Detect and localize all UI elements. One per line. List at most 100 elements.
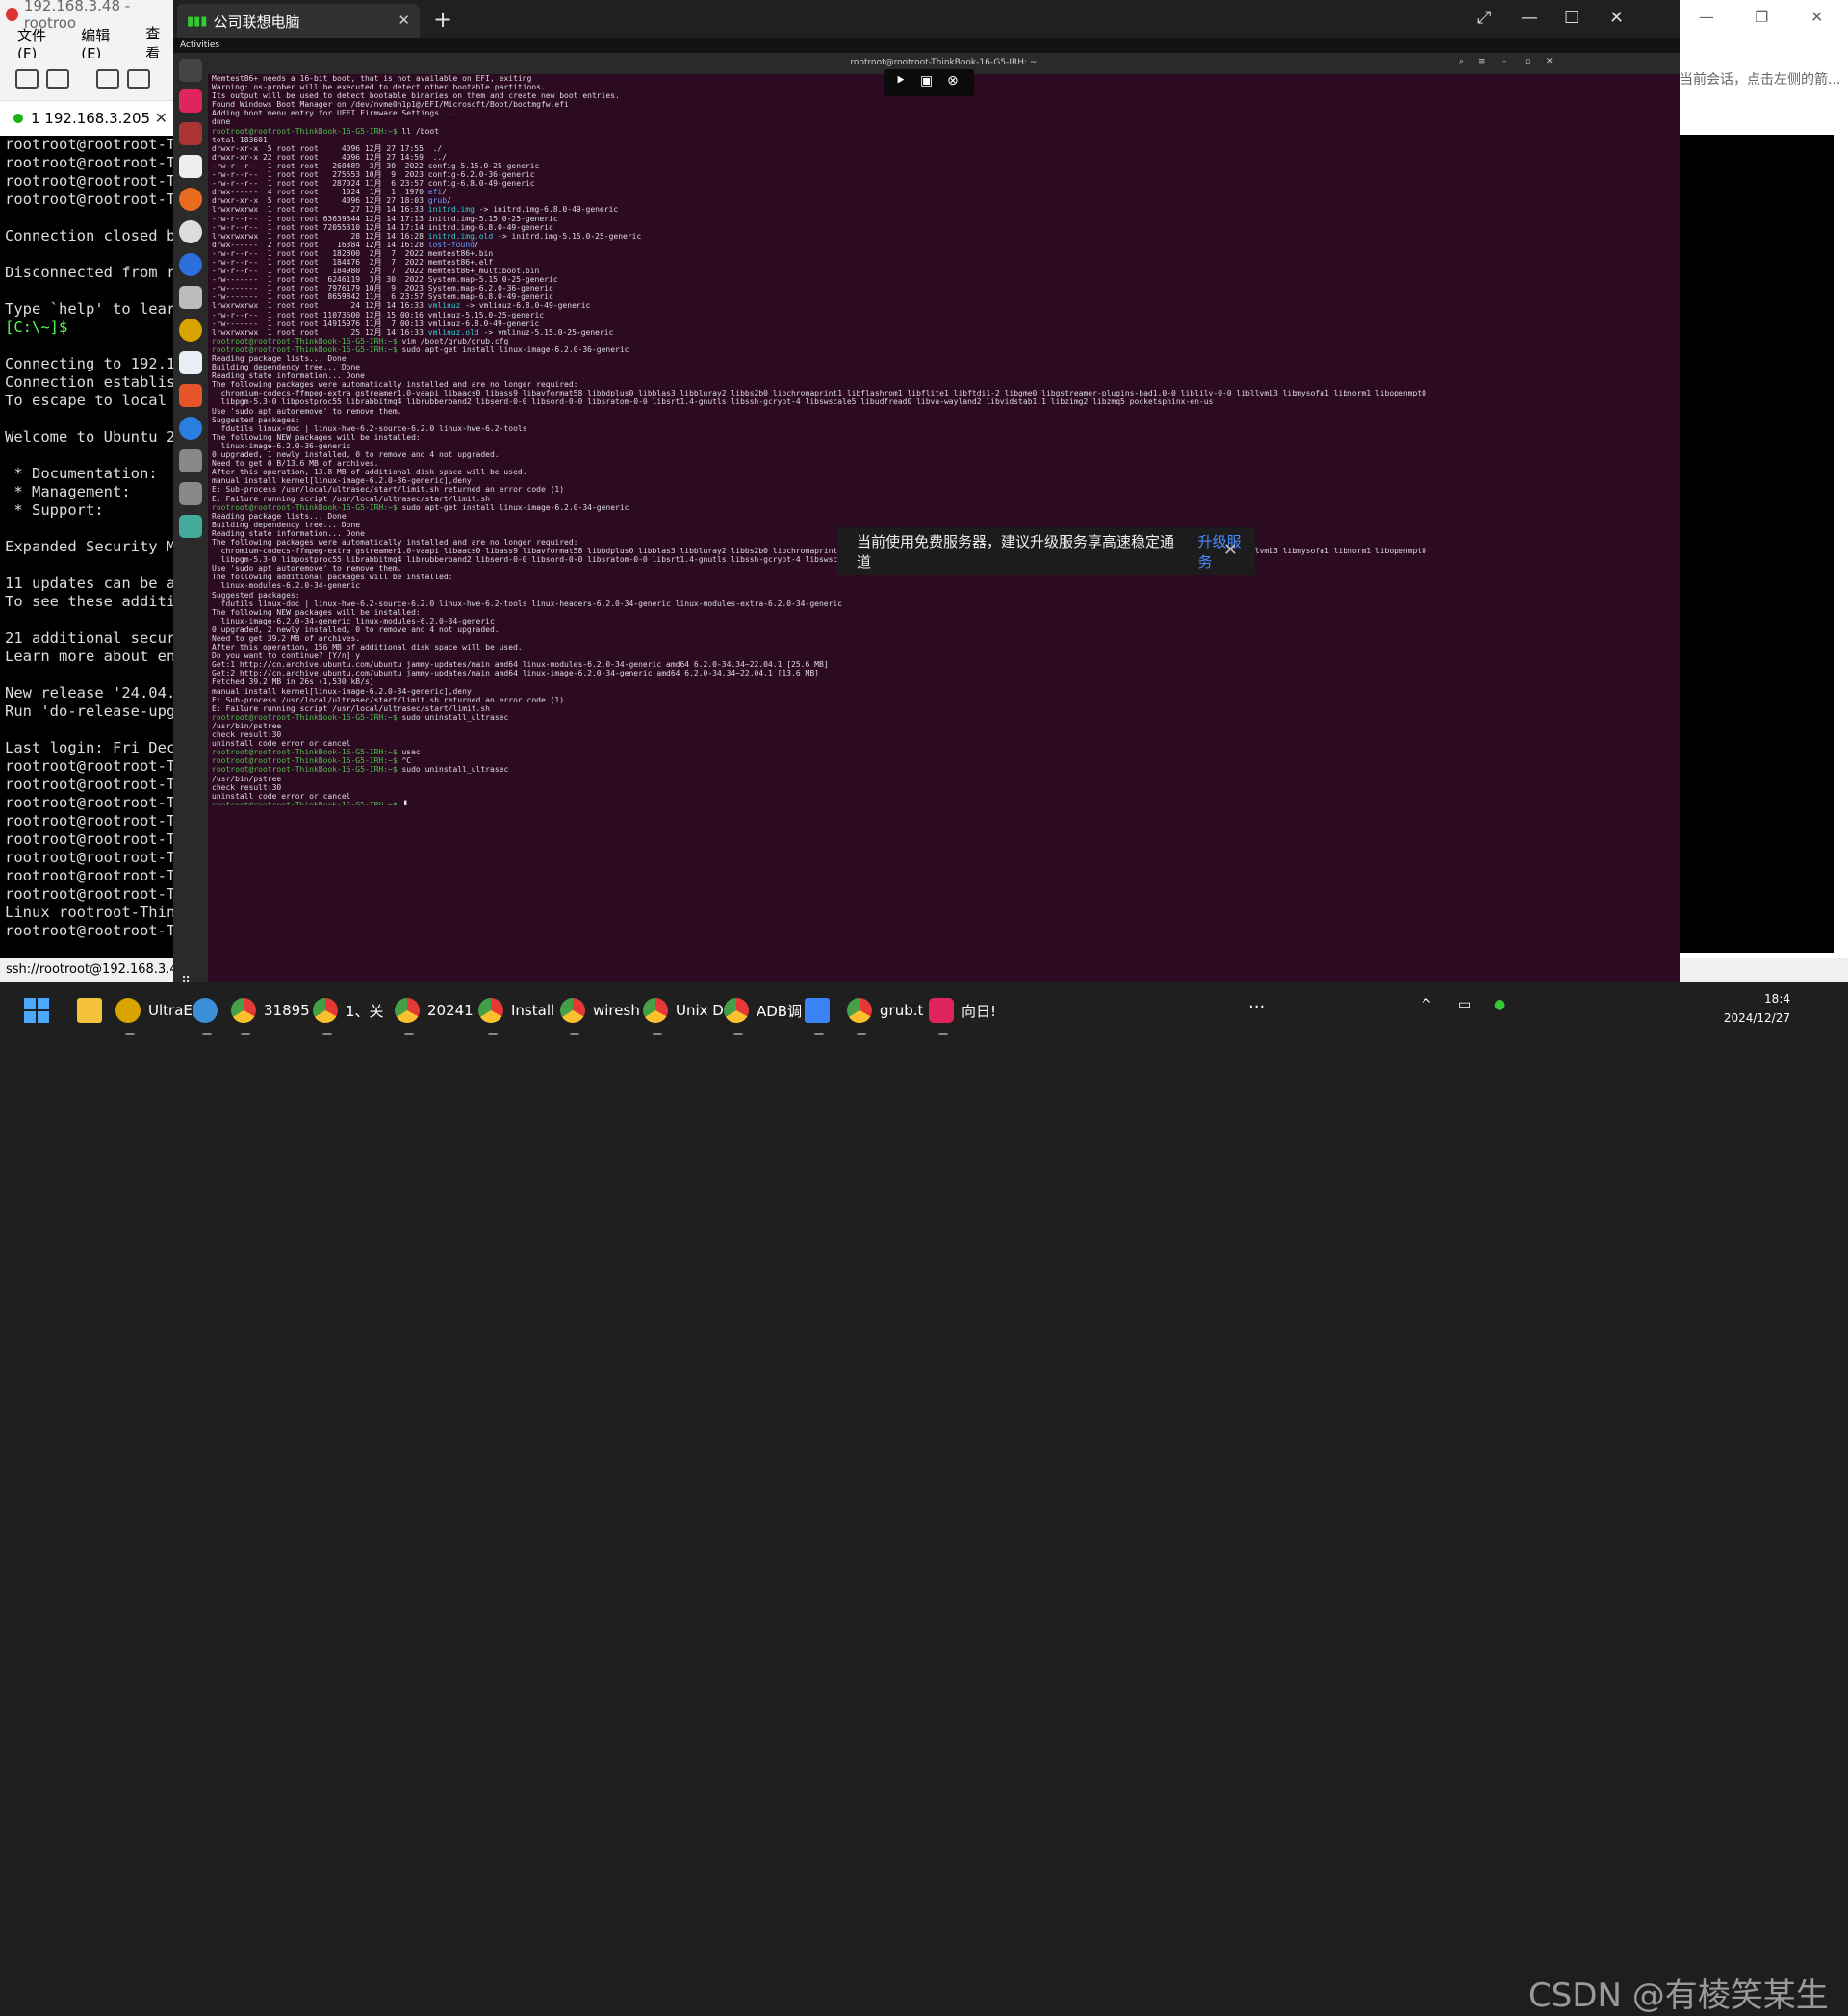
terminal-line: libpgm-5.3-0 libpostproc55 librabbitmq4 …: [212, 397, 1673, 406]
trash-dock-icon[interactable]: [179, 515, 202, 538]
close-icon[interactable]: ✕: [1546, 57, 1559, 70]
session-tab[interactable]: 1 192.168.3.205 ✕: [0, 101, 173, 137]
taskbar-app-button[interactable]: grub.t: [847, 982, 923, 1039]
sunlogin-dock-icon[interactable]: [179, 89, 202, 113]
line-text: -rw-r--r-- 1 root root 260489 3月 30 2022…: [212, 161, 540, 170]
taskbar-app-label: 向日!: [962, 1002, 997, 1020]
terminal-line: Use 'sudo apt autoremove' to remove them…: [212, 407, 1673, 416]
app-center-dock-icon[interactable]: [179, 384, 202, 407]
rhythmbox-dock-icon[interactable]: [179, 319, 202, 342]
firefox-dock-icon[interactable]: [179, 188, 202, 211]
restore-icon[interactable]: ❐: [1755, 8, 1768, 26]
shell-prompt: rootroot@rootroot-ThinkBook-16-G5-IRH:~$: [212, 800, 402, 805]
terminal-line: Need to get 0 B/13.6 MB of archives.: [212, 459, 1673, 468]
remote-tabbar: ▮▮▮ 公司联想电脑 ✕ + ⤢ — ☐ ✕: [173, 0, 1680, 38]
close-tab-icon[interactable]: ✕: [155, 109, 167, 127]
fullscreen-icon[interactable]: ⤢: [1477, 8, 1491, 28]
close-tab-icon[interactable]: ✕: [398, 12, 410, 29]
taskbar-app-label: 31895: [264, 1002, 310, 1019]
video-dock-icon[interactable]: [179, 122, 202, 145]
chrome-icon: [395, 998, 420, 1023]
files-dock-icon[interactable]: [179, 286, 202, 309]
close-icon[interactable]: ✕: [1810, 8, 1823, 26]
taskbar-app-button[interactable]: Install: [478, 982, 554, 1039]
webcam-dock-icon[interactable]: [179, 220, 202, 243]
remote-ubuntu-screen[interactable]: Activities ⠿ rootroot@rootroot-ThinkBook…: [173, 38, 1680, 996]
screen-switch-icon[interactable]: ▣: [920, 73, 933, 89]
terminal-line: fdutils linux-doc | linux-hwe-6.2-source…: [212, 600, 1673, 608]
close-window-icon[interactable]: ✕: [1609, 8, 1624, 28]
line-text: -rw-r--r-- 1 root root 275553 10月 9 2023…: [212, 170, 535, 180]
taskbar-app-button[interactable]: 1、关: [313, 982, 384, 1039]
start-button[interactable]: [24, 982, 49, 1039]
thunderbird-dock-icon[interactable]: [179, 253, 202, 276]
ssh-terminal-output[interactable]: rootroot@rootroot-T rootroot@rootroot-T ro…: [0, 136, 178, 958]
running-indicator: [322, 1033, 332, 1035]
line-text: lrwxrwxrwx 1 root root 27 12月 14 16:33: [212, 205, 428, 215]
terminal-line: rootroot@rootroot-ThinkBook-16-G5-IRH:~$…: [212, 801, 1673, 805]
shell-prompt: rootroot@rootroot-ThinkBook-16-G5-IRH:~$: [212, 336, 402, 345]
tray-chevron-icon[interactable]: ^: [1421, 997, 1432, 1012]
minimize-icon[interactable]: —: [1699, 8, 1714, 26]
remote-terminal-output[interactable]: Memtest86+ needs a 16-bit boot, that is …: [212, 74, 1673, 805]
taskbar-app-button[interactable]: [805, 982, 837, 1039]
maximize-icon[interactable]: ▫: [1525, 57, 1538, 70]
terminal-line: rootroot@rootroot-ThinkBook-16-G5-IRH:~$…: [212, 127, 1673, 136]
shell-prompt: rootroot@rootroot-ThinkBook-16-G5-IRH:~$: [212, 712, 402, 722]
remote-tab[interactable]: ▮▮▮ 公司联想电脑 ✕: [177, 4, 420, 38]
maximize-icon[interactable]: ☐: [1564, 8, 1579, 28]
terminal-line: 21 additional secur: [5, 629, 176, 647]
disconnect-icon[interactable]: [127, 69, 150, 89]
line-text: The following additional packages will b…: [212, 573, 453, 582]
taskbar-app-button[interactable]: 31895: [231, 982, 310, 1039]
taskbar-app-button[interactable]: Unix D: [643, 982, 724, 1039]
taskbar-app-button[interactable]: wiresh: [560, 982, 640, 1039]
open-folder-icon[interactable]: [46, 69, 69, 89]
new-session-icon[interactable]: [15, 69, 38, 89]
wechat-icon[interactable]: ●: [1494, 997, 1505, 1012]
text-editor-dock-icon[interactable]: [179, 155, 202, 178]
minimize-icon[interactable]: —: [1521, 8, 1538, 28]
close-control-icon[interactable]: ⊗: [947, 73, 959, 89]
tablet-icon[interactable]: ▭: [1458, 997, 1471, 1012]
taskbar-clock[interactable]: 18:4 2024/12/27: [1724, 989, 1790, 1028]
highlighted-filename: efi: [427, 188, 443, 197]
explorer-taskbar-button[interactable]: [77, 982, 110, 1039]
menu-edit[interactable]: 编辑(E): [81, 25, 128, 63]
connect-icon[interactable]: [96, 69, 119, 89]
taskbar-app-button[interactable]: 20241: [395, 982, 474, 1039]
terminal-line: total 183601: [212, 136, 1673, 144]
activities-button[interactable]: Activities: [180, 40, 219, 50]
terminal-line: E: Sub-process /usr/local/ultrasec/start…: [212, 485, 1673, 494]
terminal-line: * Support:: [5, 501, 104, 519]
running-indicator: [733, 1033, 743, 1035]
taskbar-app-button[interactable]: 向日!: [929, 982, 996, 1039]
writer-dock-icon[interactable]: [179, 351, 202, 374]
terminal-line: rootroot@rootroot-T: [5, 812, 176, 829]
new-tab-button[interactable]: +: [433, 6, 452, 33]
ssd-drive-icon[interactable]: [179, 482, 202, 505]
line-text: The following NEW packages will be insta…: [212, 607, 421, 617]
terminal-line: rootroot@rootroot-T: [5, 849, 176, 866]
menu-file[interactable]: 文件(F): [17, 25, 64, 63]
taskbar-app-button[interactable]: [192, 982, 225, 1039]
minimize-icon[interactable]: –: [1502, 57, 1516, 70]
menu-icon[interactable]: ≡: [1478, 57, 1492, 70]
help-dock-icon[interactable]: [179, 417, 202, 440]
terminal-dock-icon[interactable]: [179, 59, 202, 82]
line-text: uninstall code error or cancel: [212, 791, 351, 801]
terminal-line: drwx------ 2 root root 16384 12月 14 16:2…: [212, 241, 1673, 249]
ssd-drive-icon[interactable]: [179, 449, 202, 472]
terminal-line: Found Windows Boot Manager on /dev/nvme0…: [212, 100, 1673, 109]
taskbar-app-button[interactable]: ADB调: [724, 982, 802, 1039]
terminal-line: linux-image-6.2.0-36-generic: [212, 442, 1673, 450]
taskbar-app-button[interactable]: UltraE: [116, 982, 192, 1039]
pointer-icon[interactable]: ⯈: [895, 73, 906, 89]
toast-close-icon[interactable]: ✕: [1223, 540, 1238, 560]
more-apps-icon[interactable]: ···: [1248, 997, 1265, 1017]
terminal-line: 0 upgraded, 1 newly installed, 0 to remo…: [212, 450, 1673, 459]
search-icon[interactable]: ⌕: [1459, 57, 1473, 70]
